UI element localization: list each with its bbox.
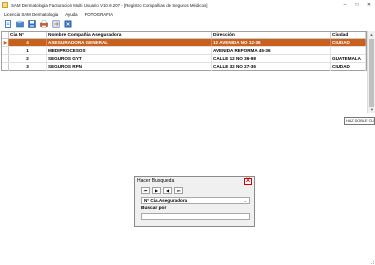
cell-cia[interactable]: 1 [9, 47, 47, 54]
chevron-down-icon: ⌄ [243, 198, 247, 203]
save-icon[interactable] [27, 19, 37, 29]
title-bar: SAM Dermatologia Facturacion Multi Usuar… [0, 0, 375, 10]
scroll-down-icon[interactable]: ▼ [368, 106, 375, 113]
next-record-icon[interactable]: ▶ [152, 187, 161, 194]
cell-ciudad[interactable]: CIUDAD [331, 63, 366, 71]
cell-nombre[interactable]: ASEGURADORA GENERAL [47, 39, 212, 46]
column-header-ciudad[interactable]: Ciudad [331, 32, 366, 38]
cell-ciudad[interactable] [331, 47, 366, 54]
print-icon[interactable] [39, 19, 49, 29]
cell-direccion[interactable]: 12 AVENIDA NO 12-36 [212, 39, 331, 46]
row-selected-icon: ▶ [2, 39, 9, 46]
close-icon[interactable] [63, 19, 73, 29]
grid-tooltip: HAZ DOBLE CLIC PARA SELECCIONAR [344, 117, 375, 125]
table-row[interactable]: ▶ 4 ASEGURADORA GENERAL 12 AVENIDA NO 12… [2, 39, 366, 47]
cell-ciudad[interactable]: GUATEMALA [331, 55, 366, 62]
cell-nombre[interactable]: SEGUROS RPN [47, 63, 212, 71]
menu-fotografia[interactable]: FOTOGRAFIA [85, 12, 113, 17]
row-indicator [2, 63, 9, 71]
menu-bar: Licencia SAM Dermatologia Ayuda FOTOGRAF… [0, 10, 375, 18]
vertical-scrollbar[interactable]: ▲ ▼ [367, 31, 375, 113]
table-row[interactable]: 3 SEGUROS RPN CALLE 32 NO 27-36 CIUDAD [2, 63, 366, 71]
new-icon[interactable] [3, 19, 13, 29]
app-icon [2, 2, 8, 8]
row-indicator [2, 55, 9, 62]
first-record-icon[interactable]: ⏮ [141, 187, 150, 194]
minimize-button[interactable]: – [339, 0, 351, 10]
table-row[interactable]: 2 SEGUROS GYT CALLE 12 NO 36-98 GUATEMAL… [2, 55, 366, 63]
scroll-thumb[interactable] [369, 39, 374, 107]
menu-ayuda[interactable]: Ayuda [65, 12, 77, 17]
search-dialog-title: Hacer Busqueda [137, 178, 175, 184]
column-header-cia[interactable]: Cia N° [9, 32, 47, 38]
window-title: SAM Dermatologia Facturacion Multi Usuar… [11, 2, 208, 8]
last-record-icon[interactable]: ⏭ [174, 187, 183, 194]
cell-direccion[interactable]: AVENIDA REFORMA 45-36 [212, 47, 331, 54]
search-field-value: N° Cia.Aseguradora [144, 198, 188, 203]
search-dialog-titlebar: Hacer Busqueda X [135, 177, 254, 185]
insurers-grid: Cia N° Nombre Compañia Aseguradora Direc… [1, 31, 367, 71]
close-icon[interactable]: X [244, 177, 252, 185]
record-navigator: ⏮ ▶ ◀ ⏭ [135, 187, 254, 194]
cell-cia[interactable]: 4 [9, 39, 47, 46]
cell-nombre[interactable]: MEDIPROCESOS [47, 47, 212, 54]
table-row[interactable]: 1 MEDIPROCESOS AVENIDA REFORMA 45-36 [2, 47, 366, 55]
cell-direccion[interactable]: CALLE 12 NO 36-98 [212, 55, 331, 62]
cell-ciudad[interactable]: CIUDAD [331, 39, 366, 46]
menu-licencia[interactable]: Licencia SAM Dermatologia [4, 12, 58, 17]
column-header-nombre[interactable]: Nombre Compañia Aseguradora [47, 32, 212, 38]
row-indicator [2, 47, 9, 54]
cell-direccion[interactable]: CALLE 32 NO 27-36 [212, 63, 331, 71]
search-field-select[interactable]: N° Cia.Aseguradora ⌄ [141, 197, 250, 204]
cell-cia[interactable]: 3 [9, 63, 47, 71]
cell-cia[interactable]: 2 [9, 55, 47, 62]
close-window-button[interactable]: ✕ [363, 0, 375, 10]
cell-nombre[interactable]: SEGUROS GYT [47, 55, 212, 62]
search-label: Buscar por [141, 206, 167, 211]
grid-header: Cia N° Nombre Compañia Aseguradora Direc… [2, 32, 366, 39]
column-header-direccion[interactable]: Dirección [212, 32, 331, 38]
previous-record-icon[interactable]: ◀ [163, 187, 172, 194]
maximize-button[interactable]: □ [351, 0, 363, 10]
toolbar [0, 18, 375, 30]
export-icon[interactable] [51, 19, 61, 29]
search-dialog: Hacer Busqueda X ⏮ ▶ ◀ ⏭ N° Cia.Asegurad… [134, 176, 255, 227]
row-indicator-header [2, 32, 9, 38]
scroll-up-icon[interactable]: ▲ [368, 31, 375, 38]
open-icon[interactable] [15, 19, 25, 29]
search-input[interactable] [141, 213, 250, 220]
window-controls: – □ ✕ [339, 0, 375, 10]
resize-grip-icon[interactable] [367, 259, 375, 265]
